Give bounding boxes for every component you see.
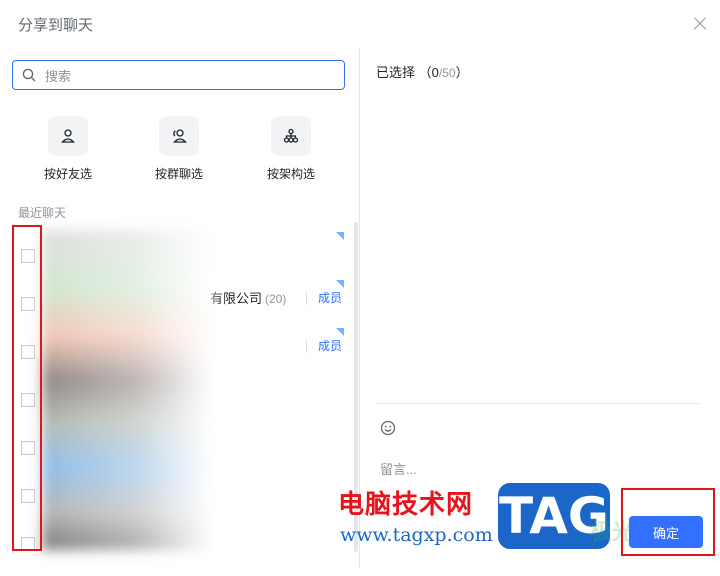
selected-number: 0	[431, 65, 439, 80]
search-box[interactable]	[12, 60, 345, 90]
filter-label: 按好友选	[43, 167, 92, 181]
corner-marker	[336, 280, 344, 288]
group-icon	[159, 116, 199, 156]
row-checkbox[interactable]	[21, 249, 35, 263]
confirm-button[interactable]: 确定	[629, 516, 703, 548]
close-icon[interactable]	[689, 13, 711, 35]
dialog-title: 分享到聊天	[18, 17, 94, 34]
members-link[interactable]: 成员	[318, 337, 342, 354]
member-count: (20)	[265, 292, 287, 306]
message-divider	[376, 403, 700, 404]
corner-marker	[336, 232, 344, 240]
filter-label: 按群聊选	[154, 167, 203, 181]
members-link[interactable]: 成员	[318, 289, 342, 306]
watermark-site-name: 电脑技术网	[338, 490, 474, 520]
blurred-avatars	[42, 230, 212, 550]
filter-label: 按架构选	[266, 167, 315, 181]
search-icon	[22, 68, 36, 82]
paren-close: ）	[455, 65, 469, 80]
filter-by-org-button[interactable]: 按架构选	[251, 116, 331, 184]
corner-marker	[336, 328, 344, 336]
recent-chats-label: 最近聊天	[18, 206, 67, 220]
separator	[306, 339, 307, 353]
chat-name-text: 有限公司	[210, 291, 263, 306]
row-checkbox[interactable]	[21, 489, 35, 503]
person-icon	[48, 116, 88, 156]
emoji-icon[interactable]	[380, 420, 396, 436]
paren-open: （	[418, 65, 432, 80]
row-checkbox[interactable]	[21, 297, 35, 311]
org-chart-icon	[271, 116, 311, 156]
row-checkbox[interactable]	[21, 537, 35, 551]
search-input[interactable]	[43, 65, 337, 87]
filter-by-group-button[interactable]: 按群聊选	[139, 116, 219, 184]
row-checkbox[interactable]	[21, 345, 35, 359]
selected-max: /50	[438, 66, 456, 80]
filter-by-friend-button[interactable]: 按好友选	[28, 116, 108, 184]
message-input[interactable]	[378, 457, 702, 481]
selected-label: 已选择	[376, 65, 416, 80]
separator	[306, 291, 307, 305]
chat-name: 有限公司 (20)	[210, 288, 286, 307]
row-checkbox[interactable]	[21, 441, 35, 455]
selected-count: 已选择 （0/50）	[376, 62, 469, 81]
row-checkbox[interactable]	[21, 393, 35, 407]
watermark-url: www.tagxp.com	[340, 524, 493, 546]
